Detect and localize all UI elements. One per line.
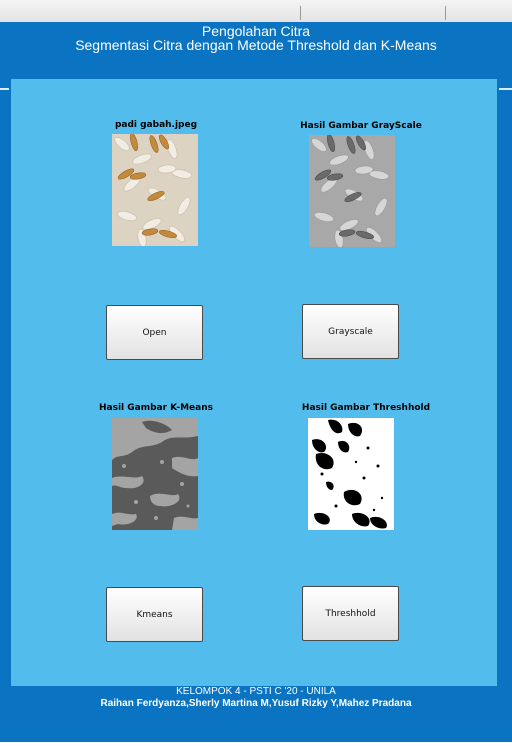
original-image-caption: padi gabah.jpeg bbox=[114, 120, 198, 130]
threshold-image bbox=[308, 418, 394, 530]
original-image bbox=[112, 134, 198, 246]
threshold-image-caption: Hasil Gambar Threshhold bbox=[301, 403, 431, 413]
header-divider-left bbox=[0, 88, 9, 90]
app-subtitle: Segmentasi Citra dengan Metode Threshold… bbox=[75, 37, 437, 53]
kmeans-image bbox=[112, 418, 198, 530]
footer-group-line: KELOMPOK 4 - PSTI C '20 - UNILA bbox=[176, 686, 336, 697]
grayscale-image bbox=[309, 135, 395, 247]
grayscale-button[interactable]: Grayscale bbox=[302, 304, 399, 359]
toolbar-divider bbox=[445, 6, 446, 20]
footer-members-line: Raihan Ferdyanza,Sherly Martina M,Yusuf … bbox=[100, 698, 412, 709]
header-divider-right bbox=[499, 88, 512, 90]
window-top-strip bbox=[0, 0, 512, 23]
bottom-border bbox=[0, 742, 512, 746]
threshold-button[interactable]: Threshhold bbox=[302, 586, 399, 641]
toolbar-divider bbox=[300, 6, 301, 20]
app-window: Pengolahan Citra Segmentasi Citra dengan… bbox=[0, 22, 512, 742]
kmeans-button[interactable]: Kmeans bbox=[106, 587, 203, 642]
grayscale-image-caption: Hasil Gambar GrayScale bbox=[300, 121, 422, 131]
kmeans-image-caption: Hasil Gambar K-Means bbox=[98, 403, 214, 413]
image-panel: padi gabah.jpeg Hasil Gambar GrayScale O… bbox=[11, 79, 497, 686]
open-button[interactable]: Open bbox=[106, 305, 203, 360]
